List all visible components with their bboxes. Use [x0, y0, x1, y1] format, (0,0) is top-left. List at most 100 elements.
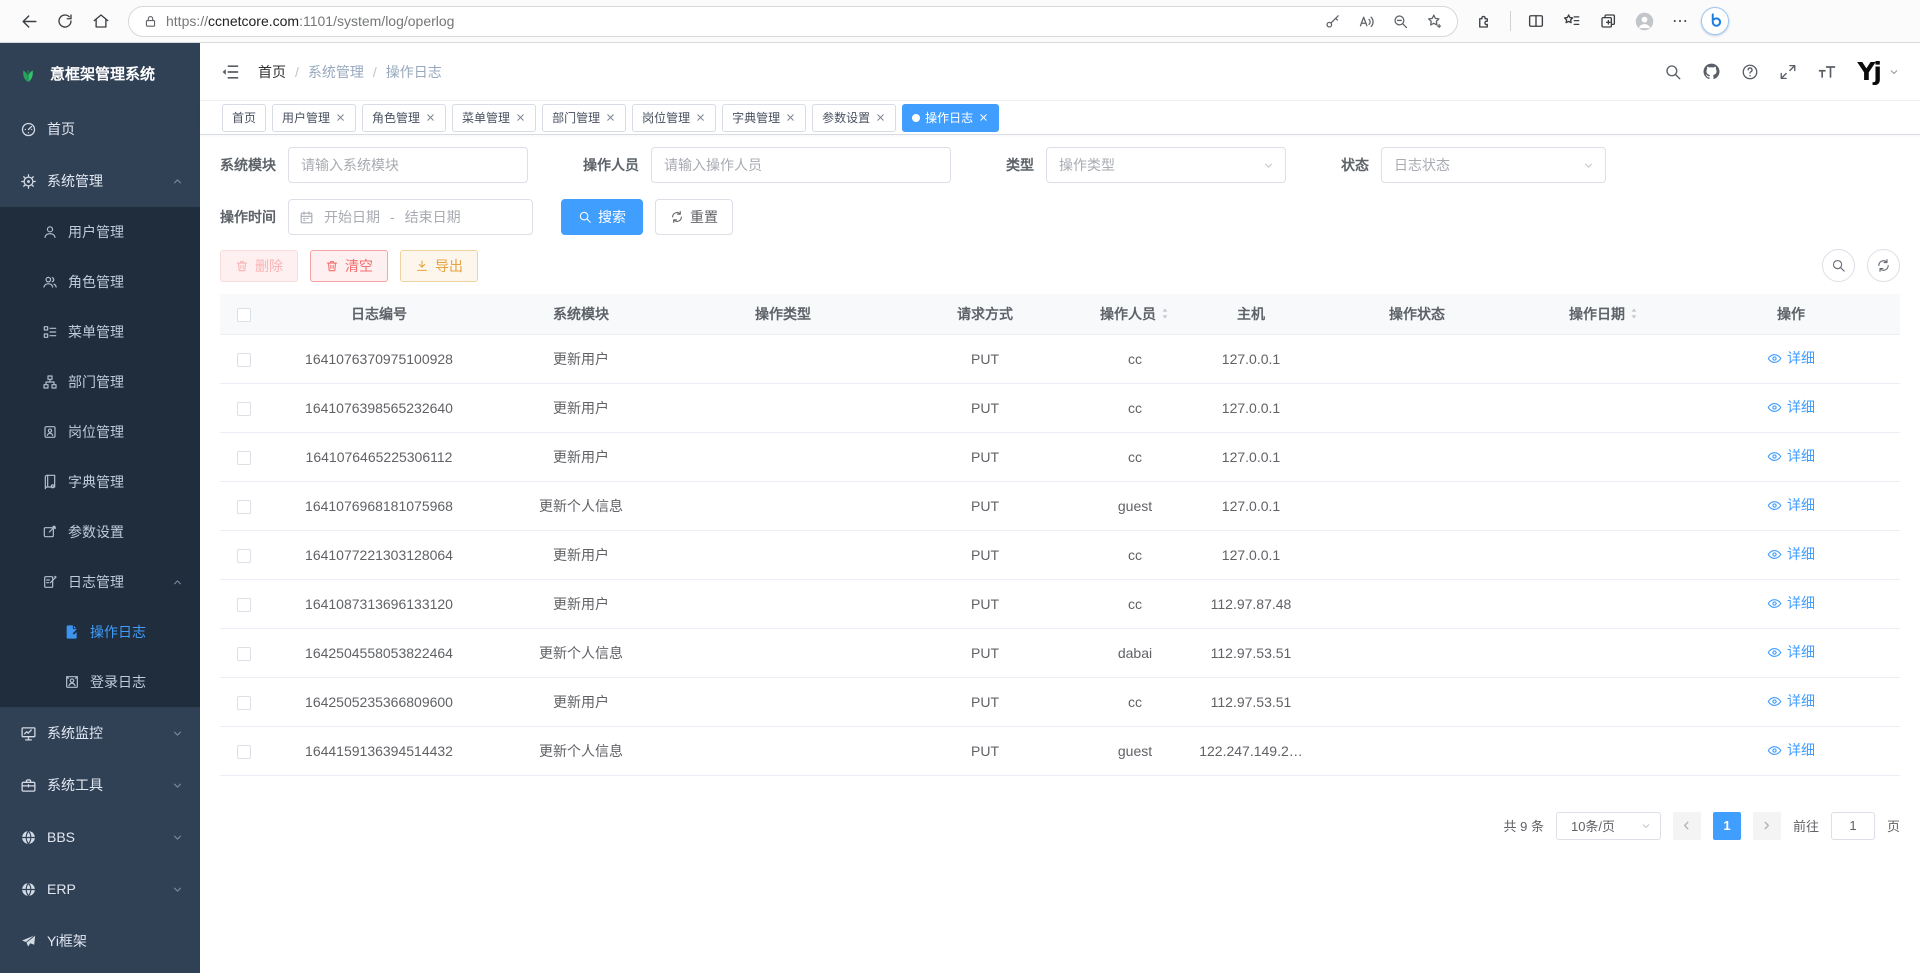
sidebar-item-erp[interactable]: ERP: [0, 863, 200, 915]
header-search-button[interactable]: [1664, 63, 1682, 81]
browser-refresh-button[interactable]: [50, 6, 80, 36]
select-all-checkbox[interactable]: [237, 308, 251, 322]
tab-menu-management[interactable]: 菜单管理: [452, 104, 536, 132]
close-icon[interactable]: [785, 112, 796, 123]
user-avatar-menu[interactable]: Yj: [1857, 57, 1900, 86]
sidebar-item-departments[interactable]: 部门管理: [0, 357, 200, 407]
reset-button[interactable]: 重置: [655, 199, 733, 235]
sidebar-item-menus[interactable]: 菜单管理: [0, 307, 200, 357]
close-icon[interactable]: [695, 112, 706, 123]
detail-link[interactable]: 详细: [1767, 740, 1815, 760]
sidebar-item-users[interactable]: 用户管理: [0, 207, 200, 257]
type-select[interactable]: 操作类型: [1046, 147, 1286, 183]
split-screen-button[interactable]: [1521, 6, 1551, 36]
add-favorite-button[interactable]: [1421, 8, 1447, 34]
next-page-button[interactable]: [1753, 812, 1781, 840]
row-checkbox[interactable]: [237, 451, 251, 465]
tab-dict-management[interactable]: 字典管理: [722, 104, 806, 132]
sidebar-item-tools[interactable]: 系统工具: [0, 759, 200, 811]
help-button[interactable]: [1741, 63, 1759, 81]
close-icon[interactable]: [425, 112, 436, 123]
extensions-button[interactable]: [1470, 6, 1500, 36]
detail-link[interactable]: 详细: [1767, 691, 1815, 711]
github-button[interactable]: [1702, 62, 1721, 81]
operator-input[interactable]: [651, 147, 951, 183]
sidebar-item-login-log[interactable]: 登录日志: [0, 657, 200, 707]
sidebar-item-system[interactable]: 系统管理: [0, 155, 200, 207]
row-checkbox[interactable]: [237, 647, 251, 661]
column-header-op-date[interactable]: 操作日期: [1526, 294, 1682, 334]
close-icon[interactable]: [875, 112, 886, 123]
page-1-button[interactable]: 1: [1713, 812, 1741, 840]
sort-icon[interactable]: [1160, 307, 1170, 320]
column-header-operator[interactable]: 操作人员: [1076, 294, 1194, 334]
browser-more-button[interactable]: [1665, 6, 1695, 36]
op-type-cell: [672, 628, 894, 677]
close-icon[interactable]: [515, 112, 526, 123]
detail-link[interactable]: 详细: [1767, 544, 1815, 564]
refresh-table-button[interactable]: [1867, 249, 1900, 282]
sidebar-item-yi-framework[interactable]: Yi框架: [0, 915, 200, 967]
detail-link[interactable]: 详细: [1767, 446, 1815, 466]
tags-view: 首页 用户管理 角色管理 菜单管理 部门管理 岗位管理 字典管理 参数设置 操作…: [200, 101, 1920, 135]
read-aloud-button[interactable]: [1353, 8, 1379, 34]
row-checkbox[interactable]: [237, 745, 251, 759]
breadcrumb-home[interactable]: 首页: [258, 62, 286, 82]
detail-link[interactable]: 详细: [1767, 593, 1815, 613]
row-checkbox[interactable]: [237, 598, 251, 612]
sidebar-toggle[interactable]: [220, 62, 240, 82]
status-select[interactable]: 日志状态: [1381, 147, 1606, 183]
row-checkbox[interactable]: [237, 402, 251, 416]
row-checkbox[interactable]: [237, 353, 251, 367]
address-bar[interactable]: https://ccnetcore.com:1101/system/log/op…: [128, 6, 1458, 37]
sidebar-item-roles[interactable]: 角色管理: [0, 257, 200, 307]
close-icon[interactable]: [605, 112, 616, 123]
password-key-button[interactable]: [1319, 8, 1345, 34]
sidebar-item-parameters[interactable]: 参数设置: [0, 507, 200, 557]
sidebar-item-operation-log[interactable]: 操作日志: [0, 607, 200, 657]
page-size-select[interactable]: 10条/页: [1556, 812, 1661, 840]
tab-operation-log[interactable]: 操作日志: [902, 104, 999, 132]
delete-button[interactable]: 删除: [220, 250, 298, 282]
font-size-button[interactable]: [1817, 62, 1837, 82]
sidebar-item-posts[interactable]: 岗位管理: [0, 407, 200, 457]
sidebar-item-monitor[interactable]: 系统监控: [0, 707, 200, 759]
clear-button[interactable]: 清空: [310, 250, 388, 282]
detail-link[interactable]: 详细: [1767, 348, 1815, 368]
prev-page-button[interactable]: [1673, 812, 1701, 840]
collections-button[interactable]: [1593, 6, 1623, 36]
close-icon[interactable]: [335, 112, 346, 123]
date-range-input[interactable]: 开始日期 - 结束日期: [288, 199, 533, 235]
row-checkbox[interactable]: [237, 696, 251, 710]
row-checkbox[interactable]: [237, 549, 251, 563]
sidebar-item-dictionary[interactable]: 字典管理: [0, 457, 200, 507]
sidebar-item-log-management[interactable]: 日志管理: [0, 557, 200, 607]
tab-param-settings[interactable]: 参数设置: [812, 104, 896, 132]
copilot-button[interactable]: [1701, 7, 1729, 35]
search-button[interactable]: 搜索: [561, 199, 643, 235]
detail-link[interactable]: 详细: [1767, 397, 1815, 417]
tab-user-management[interactable]: 用户管理: [272, 104, 356, 132]
row-checkbox[interactable]: [237, 500, 251, 514]
browser-back-button[interactable]: [14, 6, 44, 36]
export-button[interactable]: 导出: [400, 250, 478, 282]
sidebar-item-bbs[interactable]: BBS: [0, 811, 200, 863]
favorites-button[interactable]: [1557, 6, 1587, 36]
browser-home-button[interactable]: [86, 6, 116, 36]
show-search-button[interactable]: [1822, 249, 1855, 282]
active-tab-dot: [912, 114, 920, 122]
zoom-out-button[interactable]: [1387, 8, 1413, 34]
module-input[interactable]: [288, 147, 528, 183]
tab-post-management[interactable]: 岗位管理: [632, 104, 716, 132]
fullscreen-button[interactable]: [1779, 63, 1797, 81]
tab-dept-management[interactable]: 部门管理: [542, 104, 626, 132]
detail-link[interactable]: 详细: [1767, 642, 1815, 662]
sidebar-item-home[interactable]: 首页: [0, 103, 200, 155]
close-icon[interactable]: [978, 112, 989, 123]
detail-link[interactable]: 详细: [1767, 495, 1815, 515]
browser-profile-button[interactable]: [1629, 6, 1659, 36]
tab-role-management[interactable]: 角色管理: [362, 104, 446, 132]
tab-home[interactable]: 首页: [222, 104, 266, 132]
goto-input[interactable]: [1831, 812, 1875, 840]
sort-icon[interactable]: [1629, 307, 1639, 320]
